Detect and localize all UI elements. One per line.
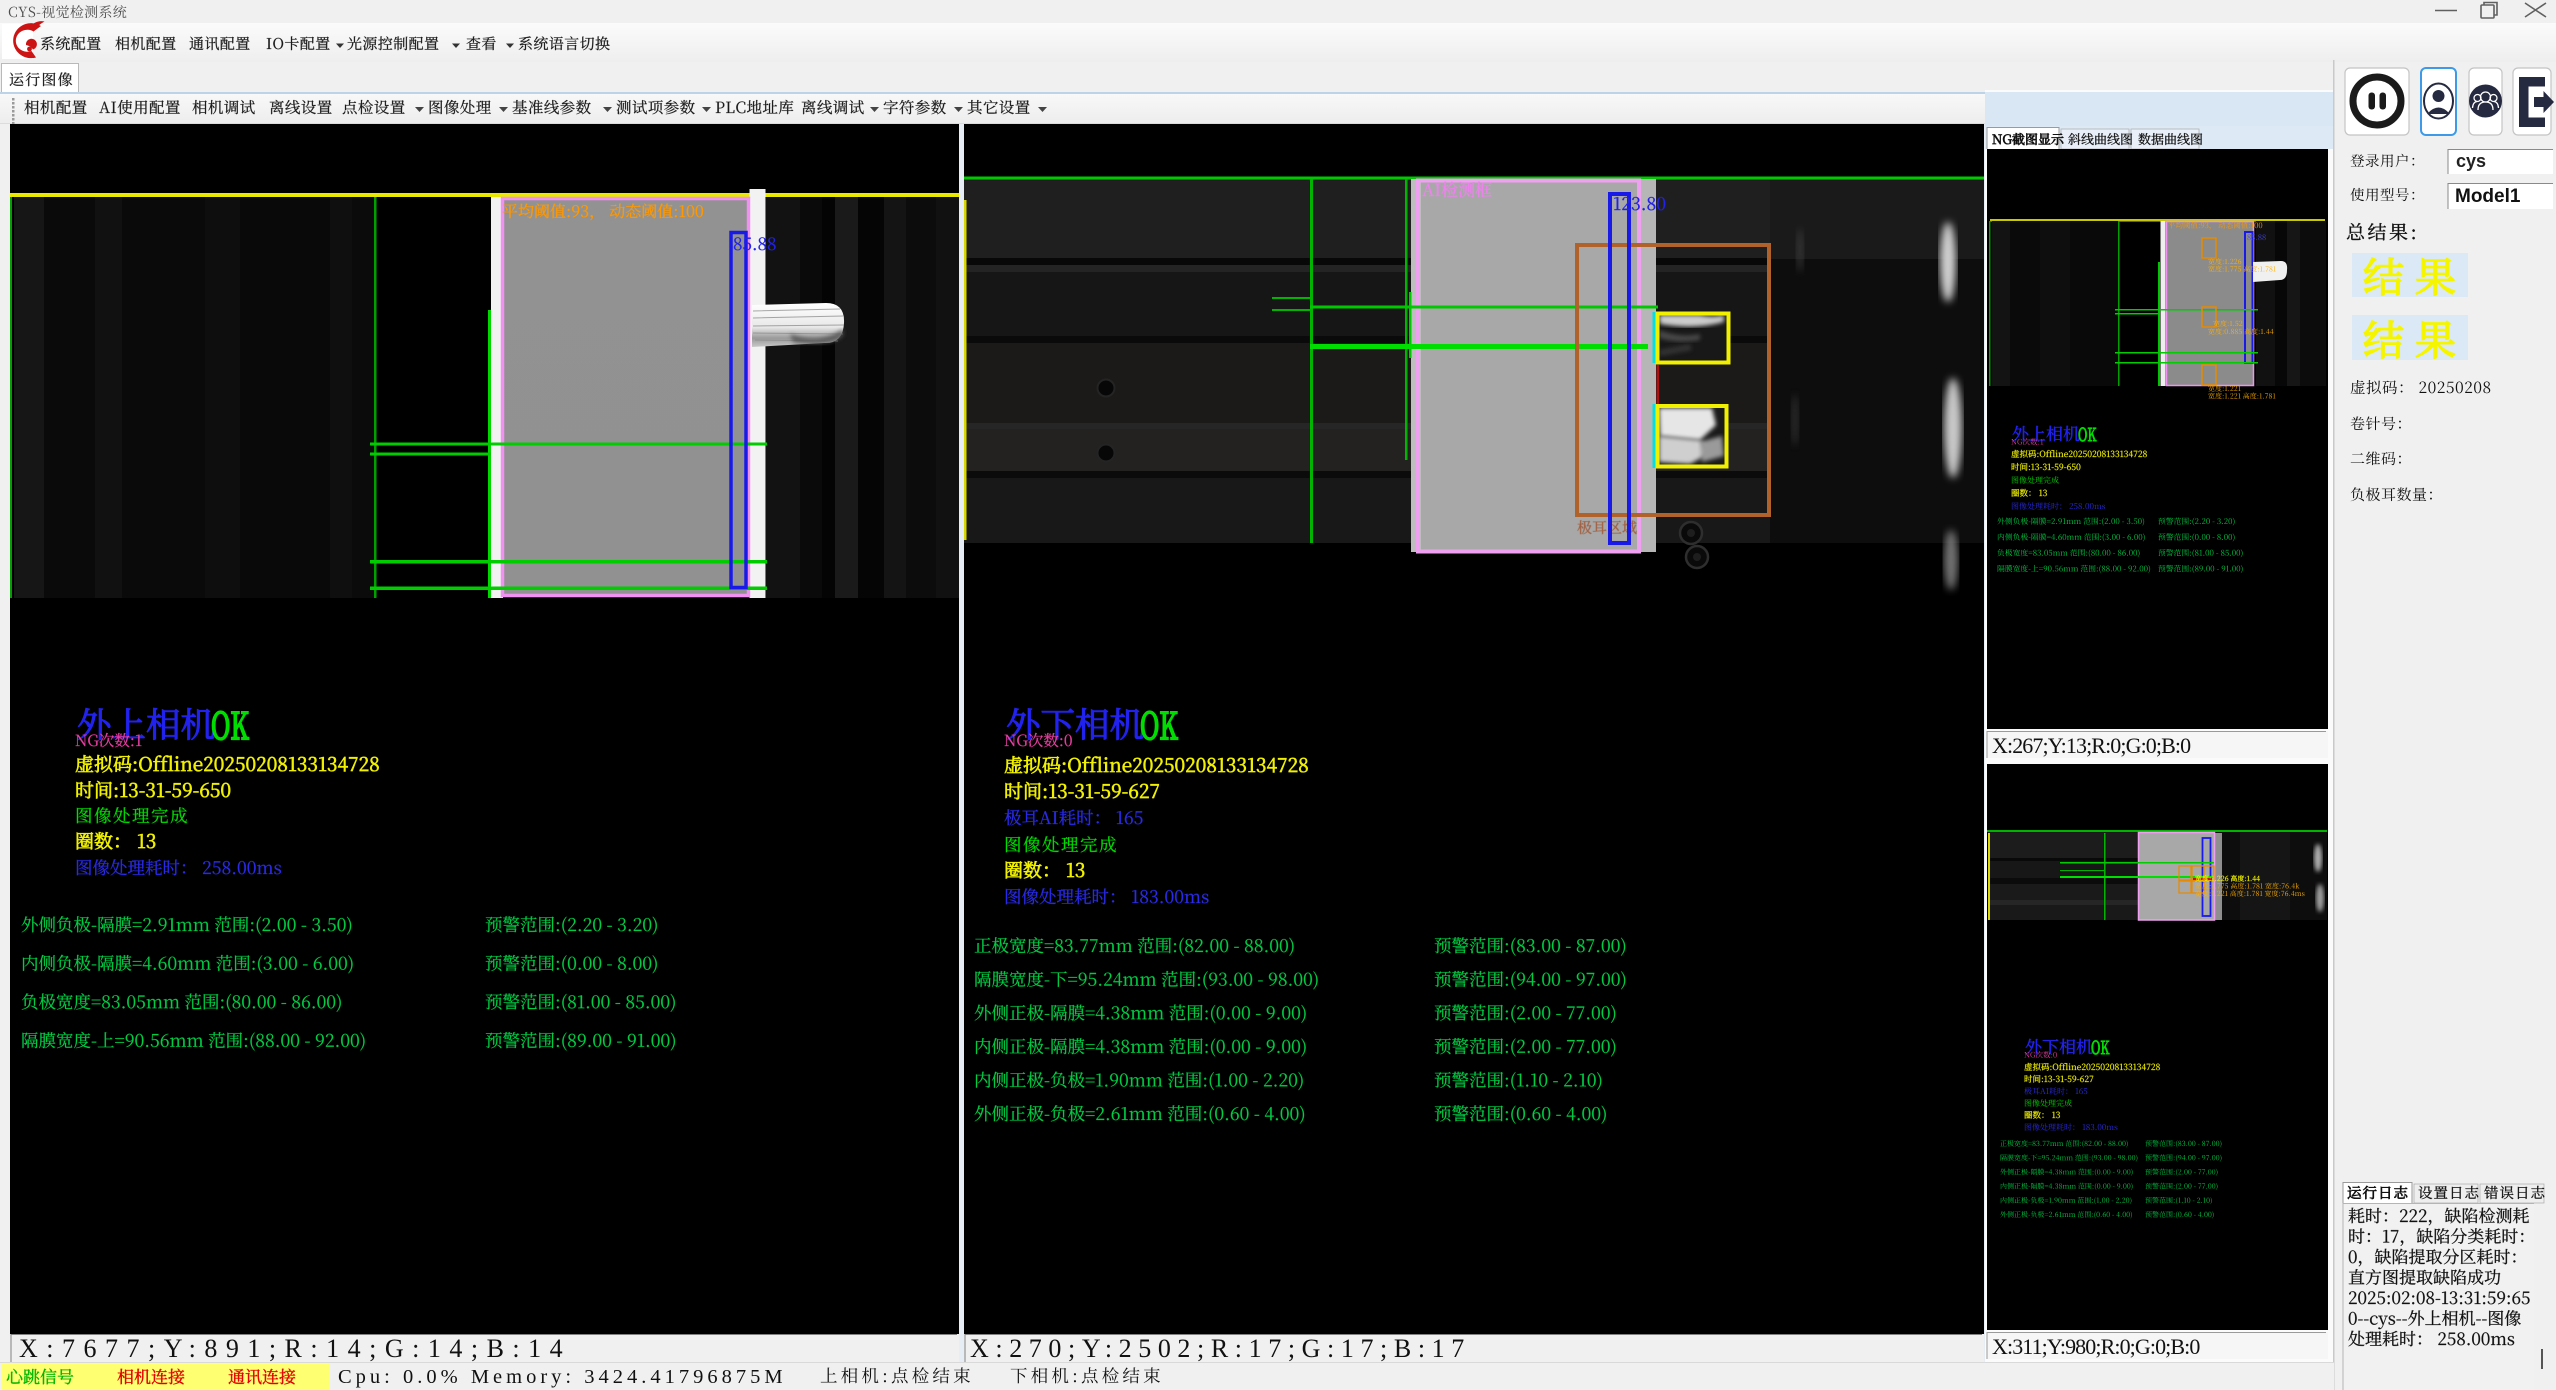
svg-text:X:270;Y:2502;R:17;G:17;B:17: X:270;Y:2502;R:17;G:17;B:17	[970, 1334, 1471, 1363]
svg-text:Model1: Model1	[2455, 186, 2521, 207]
svg-text:X:311;Y:980;R:0;G:0;B:0: X:311;Y:980;R:0;G:0;B:0	[1992, 1334, 2200, 1359]
svg-text:Cpu: 0.0% Memory: 3424.41796: Cpu: 0.0% Memory: 3424.41796875M	[338, 1366, 787, 1388]
svg-text:X:267;Y:13;R:0;G:0;B:0: X:267;Y:13;R:0;G:0;B:0	[1992, 733, 2191, 758]
svg-text:cys: cys	[2456, 151, 2486, 171]
svg-text:X:7677;Y:891;R:14;G:14;B:14: X:7677;Y:891;R:14;G:14;B:14	[19, 1334, 571, 1363]
